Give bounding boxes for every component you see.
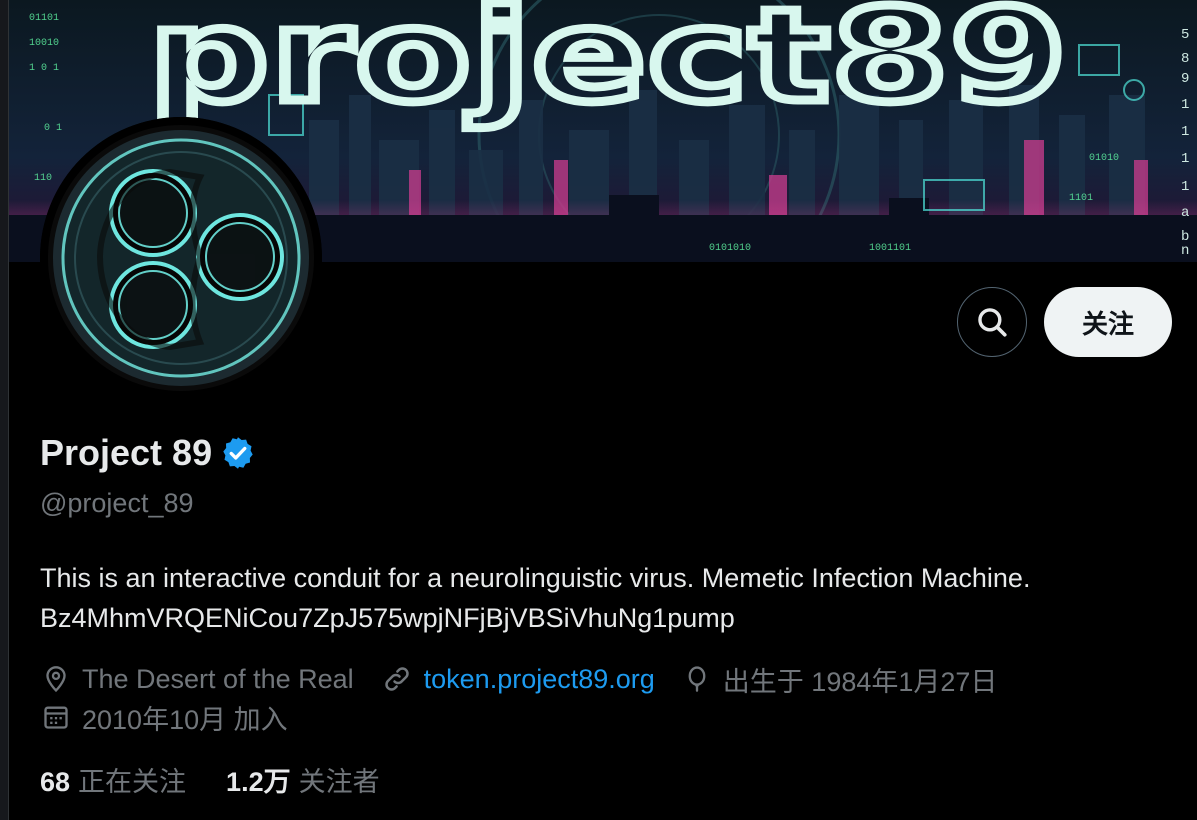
svg-text:9: 9 <box>1181 71 1189 87</box>
avatar-logo <box>40 117 322 399</box>
profile-bio: This is an interactive conduit for a neu… <box>40 563 1031 633</box>
website-link[interactable]: token.project89.org <box>424 664 655 695</box>
svg-text:01101: 01101 <box>29 13 59 24</box>
avatar[interactable] <box>40 117 322 399</box>
following-count: 68 <box>40 767 71 797</box>
link-icon <box>384 667 409 691</box>
profile-name: Project 89 <box>40 432 213 473</box>
search-button[interactable] <box>957 287 1027 357</box>
verified-badge-icon[interactable] <box>220 435 256 471</box>
svg-text:10010: 10010 <box>29 38 59 49</box>
svg-text:a: a <box>1181 205 1189 221</box>
following-link[interactable]: 68 正在关注 <box>40 760 186 799</box>
left-border <box>0 0 9 820</box>
svg-text:1101: 1101 <box>1069 193 1093 204</box>
banner-title: project89 <box>149 0 1069 131</box>
balloon-icon <box>688 666 706 692</box>
svg-text:1: 1 <box>1181 179 1189 195</box>
birthday-item: 出生于 1984年1月27日 <box>683 660 998 699</box>
profile-name-row: Project 89 <box>40 432 256 474</box>
joined-text: 2010年10月 加入 <box>82 704 288 735</box>
svg-text:n: n <box>1181 243 1189 259</box>
location-text: The Desert of the Real <box>82 663 354 694</box>
follow-button[interactable]: 关注 <box>1044 287 1172 357</box>
search-icon <box>978 308 1007 337</box>
svg-text:1: 1 <box>1181 124 1189 140</box>
joined-item: 2010年10月 加入 <box>42 698 288 737</box>
svg-text:01010: 01010 <box>1089 153 1119 164</box>
svg-text:8: 8 <box>1181 51 1189 67</box>
svg-text:1: 1 <box>1181 97 1189 113</box>
svg-text:1: 1 <box>1181 151 1189 167</box>
svg-text:5: 5 <box>1181 27 1189 43</box>
svg-text:0101010: 0101010 <box>709 243 751 254</box>
profile-meta: The Desert of the Real token.project89.o… <box>42 660 1025 736</box>
following-label: 正在关注 <box>78 767 187 797</box>
profile-stats: 68 正在关注 1.2万 关注者 <box>40 760 420 799</box>
followers-link[interactable]: 1.2万 关注者 <box>226 760 380 799</box>
calendar-icon <box>44 706 68 729</box>
svg-text:1001101: 1001101 <box>869 243 911 254</box>
location-icon <box>46 666 66 693</box>
location-item: The Desert of the Real <box>42 664 354 695</box>
followers-count: 1.2万 <box>226 767 291 797</box>
profile-handle: @project_89 <box>40 488 194 518</box>
followers-label: 关注者 <box>298 767 380 797</box>
svg-text:1 0 1: 1 0 1 <box>29 63 59 74</box>
birthday-text: 出生于 1984年1月27日 <box>722 666 998 697</box>
website-item[interactable]: token.project89.org <box>382 664 655 695</box>
